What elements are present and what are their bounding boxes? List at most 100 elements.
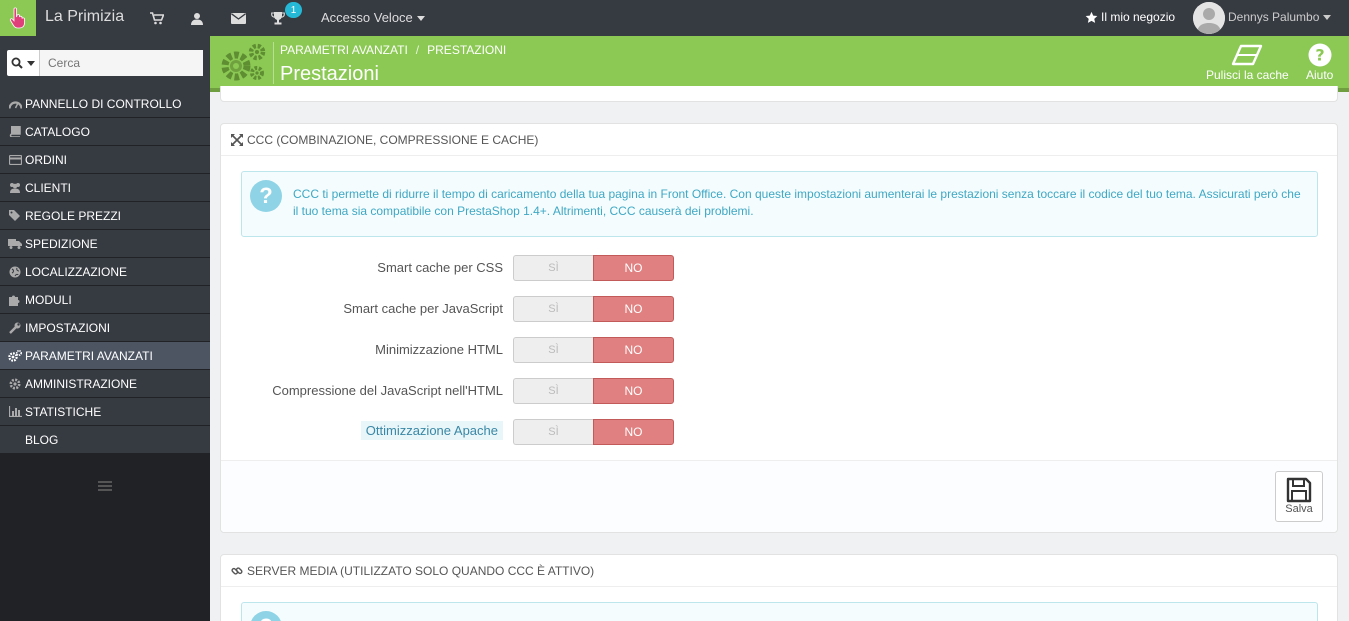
option-js-compression: Compressione del JavaScript nell'HTML SÌ… <box>221 378 1339 404</box>
sidebar-item-blog[interactable]: BLOG <box>0 426 210 454</box>
search-type-dropdown[interactable] <box>7 50 40 76</box>
users-icon <box>8 182 22 194</box>
search-input[interactable] <box>40 50 203 76</box>
switch-yes[interactable]: SÌ <box>513 337 593 363</box>
breadcrumb-item[interactable]: PARAMETRI AVANZATI <box>280 43 408 57</box>
shop-name[interactable]: La Primizia <box>45 8 124 26</box>
switch-yes[interactable]: SÌ <box>513 296 593 322</box>
user-menu[interactable]: Dennys Palumbo <box>1228 10 1332 24</box>
ccc-panel: CCC (COMBINAZIONE, COMPRESSIONE E CACHE)… <box>220 123 1338 533</box>
switch-no[interactable]: NO <box>593 419 674 445</box>
username-label: Dennys Palumbo <box>1228 10 1320 24</box>
link-icon <box>231 565 243 577</box>
option-label-help[interactable]: Ottimizzazione Apache <box>360 421 503 440</box>
quick-access-label: Accesso Veloce <box>321 10 413 25</box>
switch-yes[interactable]: SÌ <box>513 419 593 445</box>
yes-no-switch: SÌ NO <box>513 419 674 445</box>
sidebar-item-catalog[interactable]: CATALOGO <box>0 118 210 146</box>
question-circle-icon: ? <box>250 611 282 621</box>
cog-icon <box>8 378 22 390</box>
eraser-icon <box>1232 44 1263 66</box>
caret-down-icon <box>1323 15 1332 21</box>
sidebar: PANNELLO DI CONTROLLO CATALOGO ORDINI CL… <box>0 36 210 621</box>
help-button[interactable]: ? Aiuto <box>1306 42 1333 82</box>
star-icon <box>1085 11 1098 23</box>
sidebar-item-settings[interactable]: IMPOSTAZIONI <box>0 314 210 342</box>
breadcrumb-separator: / <box>415 43 420 57</box>
sidebar-item-dashboard[interactable]: PANNELLO DI CONTROLLO <box>0 90 210 118</box>
envelope-icon[interactable] <box>230 10 246 26</box>
book-icon <box>8 126 22 138</box>
sidebar-item-label: CATALOGO <box>25 124 90 139</box>
option-smart-cache-js: Smart cache per JavaScript SÌ NO <box>221 296 1339 322</box>
cart-icon[interactable] <box>149 10 165 26</box>
sidebar-item-label: REGOLE PREZZI <box>25 208 122 223</box>
menu-collapse-icon[interactable] <box>98 481 112 491</box>
previous-panel <box>220 86 1338 102</box>
sidebar-item-label: PARAMETRI AVANZATI <box>25 348 153 363</box>
sidebar-item-label: CLIENTI <box>25 180 72 195</box>
sidebar-item-label: PANNELLO DI CONTROLLO <box>25 96 182 111</box>
sidebar-item-administration[interactable]: AMMINISTRAZIONE <box>0 370 210 398</box>
option-label: Minimizzazione HTML <box>375 342 503 357</box>
sidebar-item-localization[interactable]: LOCALIZZAZIONE <box>0 258 210 286</box>
clear-cache-label: Pulisci la cache <box>1206 68 1289 82</box>
option-label: Compressione del JavaScript nell'HTML <box>272 383 503 398</box>
panel-title: SERVER MEDIA (UTILIZZATO SOLO QUANDO CCC… <box>247 563 595 578</box>
sidebar-item-label: STATISTICHE <box>25 404 102 419</box>
switch-no[interactable]: NO <box>593 378 674 404</box>
page-header: PARAMETRI AVANZATI / PRESTAZIONI Prestazio… <box>210 36 1349 90</box>
yes-no-switch: SÌ NO <box>513 378 674 404</box>
switch-yes[interactable]: SÌ <box>513 378 593 404</box>
sidebar-item-label: ORDINI <box>25 152 67 167</box>
save-button[interactable]: Salva <box>1275 471 1323 522</box>
page-title: Prestazioni <box>280 63 379 85</box>
panel-header: CCC (COMBINAZIONE, COMPRESSIONE E CACHE) <box>221 124 1337 156</box>
trophy-icon[interactable] <box>270 10 286 26</box>
sidebar-item-advanced-parameters[interactable]: PARAMETRI AVANZATI <box>0 342 210 370</box>
help-label: Aiuto <box>1306 68 1334 82</box>
avatar[interactable] <box>1193 2 1225 34</box>
sidebar-item-statistics[interactable]: STATISTICHE <box>0 398 210 426</box>
breadcrumb: PARAMETRI AVANZATI / PRESTAZIONI <box>280 43 506 57</box>
arrows-alt-icon <box>231 133 243 146</box>
breadcrumb-item[interactable]: PRESTAZIONI <box>427 43 506 57</box>
caret-down-icon <box>27 60 35 66</box>
yes-no-switch: SÌ NO <box>513 255 674 281</box>
quick-access-dropdown[interactable]: Accesso Veloce <box>321 10 425 25</box>
option-label: Smart cache per JavaScript <box>343 301 503 316</box>
switch-no[interactable]: NO <box>593 255 674 281</box>
info-alert: ? <box>241 602 1318 621</box>
clear-cache-button[interactable]: Pulisci la cache <box>1206 42 1289 82</box>
my-shop-label: Il mio negozio <box>1101 10 1176 24</box>
info-text: CCC ti permette di ridurre il tempo di c… <box>293 187 1301 218</box>
switch-no[interactable]: NO <box>593 296 674 322</box>
notification-badge[interactable]: 1 <box>285 2 302 18</box>
panel-title: CCC (COMBINAZIONE, COMPRESSIONE E CACHE) <box>247 132 539 147</box>
user-icon[interactable] <box>189 10 205 26</box>
question-circle-icon: ? <box>1308 43 1332 67</box>
option-html-minify: Minimizzazione HTML SÌ NO <box>221 337 1339 363</box>
dashboard-icon <box>8 98 22 110</box>
save-label: Salva <box>1285 503 1313 515</box>
panel-footer: Salva <box>221 460 1337 532</box>
panel-header: SERVER MEDIA (UTILIZZATO SOLO QUANDO CCC… <box>221 555 1337 587</box>
switch-no[interactable]: NO <box>593 337 674 363</box>
sidebar-item-price-rules[interactable]: REGOLE PREZZI <box>0 202 210 230</box>
gears-icon <box>221 43 266 81</box>
sidebar-item-label: AMMINISTRAZIONE <box>25 376 138 391</box>
sidebar-item-shipping[interactable]: SPEDIZIONE <box>0 230 210 258</box>
search-icon <box>11 57 23 69</box>
sidebar-item-orders[interactable]: ORDINI <box>0 146 210 174</box>
switch-yes[interactable]: SÌ <box>513 255 593 281</box>
search-bar <box>0 36 210 90</box>
question-circle-icon: ? <box>250 180 282 212</box>
option-apache-optimization: Ottimizzazione Apache SÌ NO <box>221 419 1339 445</box>
sidebar-item-modules[interactable]: MODULI <box>0 286 210 314</box>
top-navbar: La Primizia 1 Accesso Veloce Il mio nego… <box>0 0 1349 36</box>
my-shop-link[interactable]: Il mio negozio <box>1085 10 1175 24</box>
sidebar-item-customers[interactable]: CLIENTI <box>0 174 210 202</box>
logo[interactable] <box>0 0 36 36</box>
main-menu: PANNELLO DI CONTROLLO CATALOGO ORDINI CL… <box>0 90 210 454</box>
sidebar-item-label: SPEDIZIONE <box>25 236 98 251</box>
